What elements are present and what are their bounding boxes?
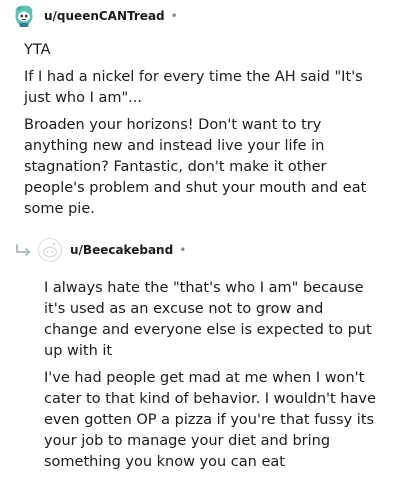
- comment-author[interactable]: u/Beecakeband: [70, 243, 173, 257]
- comment-paragraph: If I had a nickel for every time the AH …: [24, 69, 363, 106]
- comment-paragraph: I've had people get mad at me when I won…: [44, 370, 376, 470]
- comment-author[interactable]: u/queenCANTread: [44, 9, 165, 23]
- teal-snoo-avatar-icon[interactable]: [12, 4, 36, 28]
- comment-paragraph: I always hate the "that's who I am" beca…: [44, 280, 372, 359]
- comment-header: u/queenCANTread •: [0, 0, 400, 32]
- comment-header: u/Beecakeband •: [0, 234, 400, 266]
- default-snoo-avatar-icon[interactable]: [38, 238, 62, 262]
- meta-separator: •: [179, 243, 187, 257]
- reply-comment: u/Beecakeband • I always hate the "that'…: [0, 234, 400, 479]
- meta-separator: •: [170, 9, 178, 23]
- comment: u/queenCANTread • YTA If I had a nickel …: [0, 0, 400, 226]
- reply-arrow-icon: [14, 240, 34, 260]
- comment-paragraph: Broaden your horizons! Don't want to try…: [24, 117, 367, 217]
- comment-body: I always hate the "that's who I am" beca…: [0, 278, 400, 473]
- comment-body: YTA If I had a nickel for every time the…: [0, 40, 400, 220]
- comment-paragraph: YTA: [24, 42, 51, 58]
